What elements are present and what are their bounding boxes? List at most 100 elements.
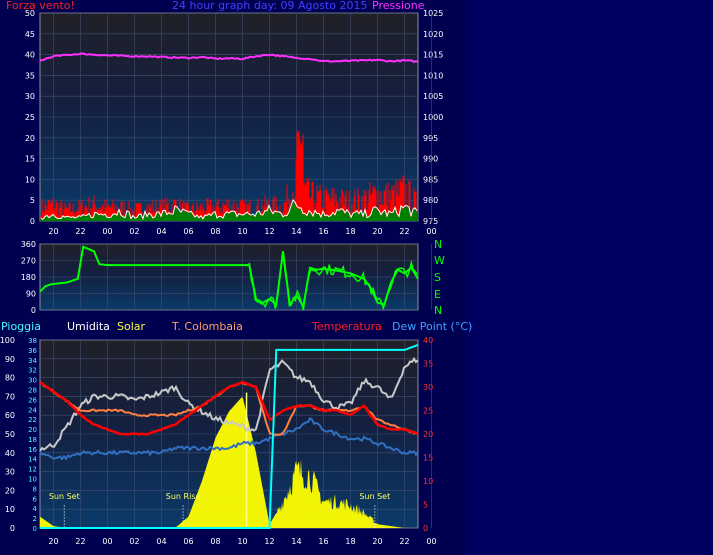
humidity-tick-label: 10 bbox=[5, 505, 15, 514]
x-tick-label: 04 bbox=[156, 227, 166, 236]
x-tick-label: 14 bbox=[291, 537, 301, 546]
humidity-tick-label: 90 bbox=[5, 355, 15, 364]
x-tick-label: 00 bbox=[102, 227, 112, 236]
rain-tick-label: 34 bbox=[28, 357, 37, 365]
rain-tick-label: 8 bbox=[33, 485, 37, 493]
rain-tick-label: 0 bbox=[33, 525, 37, 533]
rain-tick-label: 22 bbox=[28, 416, 37, 424]
humidity-tick-label: 50 bbox=[5, 430, 15, 439]
sun-label: Sun Rise bbox=[166, 492, 201, 501]
y-tick-label: 5 bbox=[30, 196, 35, 205]
y-right-tick-label: 975 bbox=[423, 217, 438, 226]
humidity-tick-label: 100 bbox=[0, 336, 15, 345]
rain-tick-label: 4 bbox=[33, 505, 38, 513]
temp-tick-label: 5 bbox=[423, 501, 428, 510]
y-tick-label: 270 bbox=[21, 257, 36, 266]
x-tick-label: 08 bbox=[210, 537, 220, 546]
legend-temperatura: Temperatura bbox=[312, 320, 382, 333]
x-tick-label: 20 bbox=[372, 537, 382, 546]
rain-tick-label: 20 bbox=[28, 426, 37, 434]
y-right-tick-label: 1010 bbox=[423, 71, 443, 80]
y-tick-label: 0 bbox=[30, 217, 35, 226]
rain-tick-label: 30 bbox=[28, 377, 37, 385]
x-tick-label: 16 bbox=[318, 227, 328, 236]
compass-label: E bbox=[434, 288, 441, 301]
y-tick-label: 10 bbox=[25, 175, 35, 184]
wind-axis-label: Forza vento! bbox=[6, 0, 75, 12]
x-tick-label: 20 bbox=[372, 227, 382, 236]
humidity-tick-label: 60 bbox=[5, 411, 15, 420]
y-right-tick-label: 1015 bbox=[423, 51, 443, 60]
humidity-tick-label: 40 bbox=[5, 449, 15, 458]
y-right-tick-label: 985 bbox=[423, 175, 438, 184]
x-tick-label: 10 bbox=[237, 227, 247, 236]
x-tick-label: 10 bbox=[237, 537, 247, 546]
rain-tick-label: 14 bbox=[28, 456, 37, 464]
compass-label: S bbox=[434, 271, 441, 284]
rain-tick-label: 38 bbox=[28, 337, 37, 345]
rain-tick-label: 26 bbox=[28, 396, 37, 404]
x-tick-label: 22 bbox=[399, 537, 409, 546]
humidity-tick-label: 0 bbox=[10, 524, 15, 533]
rain-tick-label: 2 bbox=[33, 515, 37, 523]
y-tick-label: 360 bbox=[21, 240, 36, 249]
sun-label: Sun Set bbox=[359, 492, 390, 501]
humidity-tick-label: 80 bbox=[5, 374, 15, 383]
pressure-axis-label: Pressione bbox=[372, 0, 425, 12]
rain-tick-label: 12 bbox=[28, 466, 37, 474]
y-right-tick-label: 1000 bbox=[423, 113, 443, 122]
x-tick-label: 22 bbox=[75, 537, 85, 546]
y-tick-label: 35 bbox=[25, 71, 35, 80]
x-tick-label: 22 bbox=[75, 227, 85, 236]
humidity-tick-label: 70 bbox=[5, 392, 15, 401]
chart-title: 24 hour graph day: 09 Agosto 2015 bbox=[172, 0, 368, 12]
x-tick-label: 16 bbox=[318, 537, 328, 546]
compass-label: N bbox=[434, 238, 443, 251]
x-tick-label: 06 bbox=[183, 227, 193, 236]
y-tick-label: 15 bbox=[25, 155, 35, 164]
y-tick-label: 45 bbox=[25, 30, 35, 39]
rain-tick-label: 24 bbox=[28, 406, 37, 414]
y-tick-label: 25 bbox=[25, 113, 35, 122]
x-tick-label: 04 bbox=[156, 537, 166, 546]
rain-tick-label: 16 bbox=[28, 446, 37, 454]
legend-pioggia: Pioggia bbox=[1, 320, 41, 333]
y-tick-label: 90 bbox=[26, 290, 36, 299]
x-tick-label: 06 bbox=[183, 537, 193, 546]
legend-solar: Solar bbox=[117, 320, 146, 333]
compass-label: W bbox=[434, 254, 445, 267]
sun-label: Sun Set bbox=[49, 492, 80, 501]
y-right-tick-label: 995 bbox=[423, 134, 438, 143]
y-right-tick-label: 1025 bbox=[423, 9, 443, 18]
legend-dewpoint: Dew Point (°C) bbox=[392, 320, 473, 333]
x-tick-label: 08 bbox=[210, 227, 220, 236]
humidity-tick-label: 20 bbox=[5, 486, 15, 495]
weather-charts: 0510152025303540455097598098599099510001… bbox=[0, 9, 443, 546]
x-tick-label: 18 bbox=[345, 227, 355, 236]
rain-tick-label: 18 bbox=[28, 436, 37, 444]
legend-apparent: T. Colombaia bbox=[172, 320, 243, 333]
x-tick-label: 00 bbox=[426, 227, 436, 236]
y-tick-label: 180 bbox=[21, 273, 36, 282]
rain-tick-label: 32 bbox=[28, 367, 37, 375]
rain-tick-label: 36 bbox=[28, 347, 37, 355]
temp-tick-label: 0 bbox=[423, 524, 428, 533]
x-tick-label: 18 bbox=[345, 537, 355, 546]
y-right-tick-label: 1020 bbox=[423, 30, 443, 39]
x-tick-label: 12 bbox=[264, 537, 274, 546]
rain-tick-label: 10 bbox=[28, 476, 37, 484]
x-tick-label: 00 bbox=[426, 537, 436, 546]
y-right-tick-label: 980 bbox=[423, 196, 438, 205]
x-tick-label: 02 bbox=[129, 227, 139, 236]
weather-graph-page: 0 5 10 15 20 25 30 35 40 45 50 975 980 985 990 995 1000 1… bbox=[0, 0, 713, 555]
rain-tick-label: 28 bbox=[28, 386, 37, 394]
x-tick-label: 20 bbox=[48, 537, 58, 546]
humidity-tick-label: 30 bbox=[5, 468, 15, 477]
x-tick-label: 20 bbox=[48, 227, 58, 236]
compass-label: N bbox=[434, 304, 443, 317]
x-tick-label: 00 bbox=[102, 537, 112, 546]
y-tick-label: 20 bbox=[25, 134, 35, 143]
y-right-tick-label: 1005 bbox=[423, 92, 443, 101]
rain-tick-label: 6 bbox=[33, 495, 38, 503]
y-tick-label: 40 bbox=[25, 51, 35, 60]
